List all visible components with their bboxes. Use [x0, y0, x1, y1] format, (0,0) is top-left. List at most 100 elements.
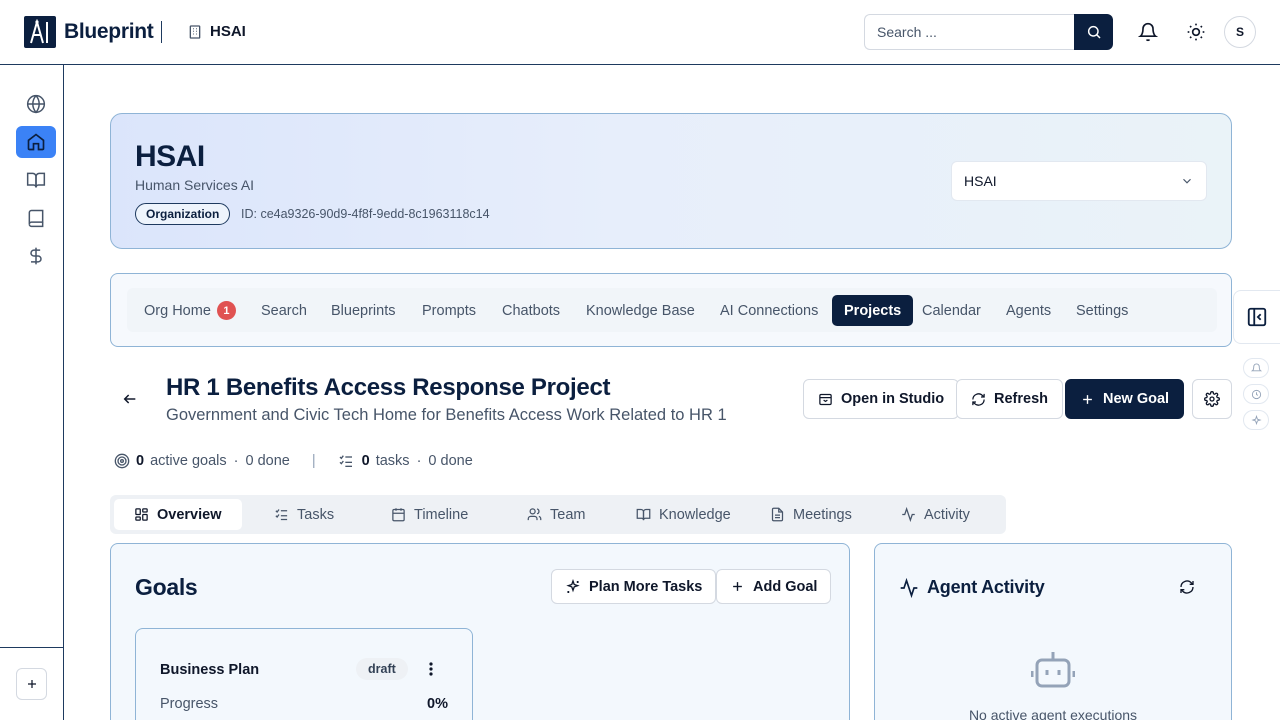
agent-activity-panel: Agent Activity No active agent execution…	[874, 543, 1232, 720]
nav-agents[interactable]: Agents	[994, 295, 1063, 326]
side-notifications[interactable]	[1243, 358, 1269, 378]
nav-label: Settings	[1076, 302, 1129, 319]
rail-home[interactable]	[16, 126, 56, 158]
side-ai[interactable]	[1243, 410, 1269, 430]
book-open-icon	[26, 172, 46, 188]
nav-org-home[interactable]: Org Home 1	[132, 295, 248, 326]
nav-projects[interactable]: Projects	[832, 295, 914, 326]
side-history[interactable]	[1243, 384, 1269, 404]
tab-label: Timeline	[414, 506, 469, 523]
top-bar: Blueprint HSAI S	[0, 0, 1280, 65]
tab-activity[interactable]: Activity	[881, 499, 990, 530]
project-stats: 0 active goals · 0 done | 0 tasks · 0 do…	[114, 452, 473, 470]
tab-timeline[interactable]: Timeline	[371, 499, 488, 530]
side-panel-toggle[interactable]	[1233, 290, 1280, 344]
home-icon	[27, 133, 45, 151]
tasks-count: 0	[361, 453, 370, 469]
file-text-icon	[771, 507, 784, 522]
left-rail	[0, 65, 64, 720]
theme-toggle[interactable]	[1184, 20, 1208, 44]
refresh-button[interactable]: Refresh	[956, 379, 1063, 419]
clock-icon	[1251, 389, 1261, 399]
refresh-label: Refresh	[994, 391, 1048, 407]
search-input[interactable]	[864, 14, 1074, 50]
plan-more-tasks-button[interactable]: Plan More Tasks	[551, 569, 717, 604]
stats-divider: |	[311, 453, 316, 469]
agent-refresh-button[interactable]	[1177, 577, 1197, 597]
brand-name[interactable]: Blueprint	[64, 20, 154, 44]
org-selector[interactable]: HSAI	[951, 161, 1207, 201]
nav-blueprints[interactable]: Blueprints	[319, 295, 407, 326]
rail-divider	[0, 647, 63, 648]
rail-billing[interactable]	[16, 240, 56, 272]
logo-mark-icon	[30, 19, 48, 44]
tab-team[interactable]: Team	[507, 499, 605, 530]
nav-knowledge-base[interactable]: Knowledge Base	[574, 295, 707, 326]
rail-globe[interactable]	[16, 88, 56, 120]
nav-label: Prompts	[422, 302, 476, 319]
users-icon	[527, 508, 542, 521]
goal-menu-button[interactable]	[422, 659, 440, 679]
nav-calendar[interactable]: Calendar	[910, 295, 993, 326]
breadcrumb-org: HSAI	[210, 23, 246, 40]
breadcrumb[interactable]: HSAI	[187, 23, 246, 40]
chevron-down-icon	[1183, 178, 1191, 184]
activity-icon	[900, 577, 918, 598]
book-icon	[28, 209, 44, 228]
stats-separator-dot: ·	[233, 453, 239, 469]
tab-knowledge[interactable]: Knowledge	[616, 499, 751, 530]
nav-settings[interactable]: Settings	[1064, 295, 1140, 326]
open-in-studio-button[interactable]: Open in Studio	[803, 379, 960, 419]
org-selector-value: HSAI	[964, 173, 997, 189]
nav-label: AI Connections	[720, 302, 819, 319]
brand-divider	[161, 21, 162, 43]
list-checks-icon	[275, 509, 288, 521]
nav-search[interactable]: Search	[249, 295, 319, 326]
org-nav-card: Org Home 1 Search Blueprints Prompts Cha…	[110, 273, 1232, 347]
org-header-card: HSAI Human Services AI Organization ID: …	[110, 113, 1232, 249]
panel-left-icon	[1247, 307, 1267, 327]
user-avatar[interactable]: S	[1224, 16, 1256, 48]
goals-done: 0 done	[245, 453, 290, 469]
rail-library[interactable]	[16, 202, 56, 234]
search-button[interactable]	[1074, 14, 1113, 50]
rail-add-button[interactable]	[16, 668, 47, 700]
sparkles-icon	[566, 578, 580, 593]
tab-overview[interactable]: Overview	[114, 499, 242, 530]
blueprint-logo[interactable]	[24, 16, 56, 48]
tab-tasks[interactable]: Tasks	[254, 499, 354, 530]
active-goals-label: active goals	[150, 453, 227, 469]
nav-label: Knowledge Base	[586, 302, 695, 319]
plan-more-tasks-label: Plan More Tasks	[589, 578, 703, 595]
nav-label: Blueprints	[331, 302, 396, 319]
tab-label: Knowledge	[659, 506, 731, 523]
refresh-icon	[1180, 580, 1194, 594]
agent-activity-header: Agent Activity	[899, 577, 1045, 598]
nav-chatbots[interactable]: Chatbots	[490, 295, 572, 326]
project-title: HR 1 Benefits Access Response Project	[166, 374, 611, 401]
nav-prompts[interactable]: Prompts	[410, 295, 488, 326]
new-goal-button[interactable]: New Goal	[1065, 379, 1185, 419]
nav-label: Chatbots	[502, 302, 561, 319]
project-tabs: Overview Tasks Timeline Team Knowledge M…	[110, 495, 1006, 534]
sparkles-icon	[1250, 414, 1262, 425]
back-button[interactable]	[117, 386, 143, 412]
search-bar	[864, 14, 1113, 50]
nav-ai-connections[interactable]: AI Connections	[708, 295, 830, 326]
goals-panel: Goals Plan More Tasks Add Goal Business …	[110, 543, 850, 720]
project-settings-button[interactable]	[1192, 379, 1232, 419]
nav-label: Org Home	[144, 302, 211, 319]
org-full-name: Human Services AI	[135, 177, 255, 193]
goal-card[interactable]: Business Plan draft Progress 0%	[135, 628, 473, 720]
notifications-button[interactable]	[1136, 20, 1160, 44]
tab-meetings[interactable]: Meetings	[750, 499, 872, 530]
plus-icon	[27, 680, 36, 688]
sun-icon	[1187, 23, 1205, 41]
gear-icon	[1204, 391, 1220, 407]
arrow-left-icon	[123, 394, 136, 404]
rail-docs[interactable]	[16, 164, 56, 196]
archive-icon	[819, 393, 832, 405]
nav-label: Projects	[844, 302, 902, 319]
org-type-badge: Organization	[135, 203, 231, 225]
add-goal-button[interactable]: Add Goal	[716, 569, 832, 604]
